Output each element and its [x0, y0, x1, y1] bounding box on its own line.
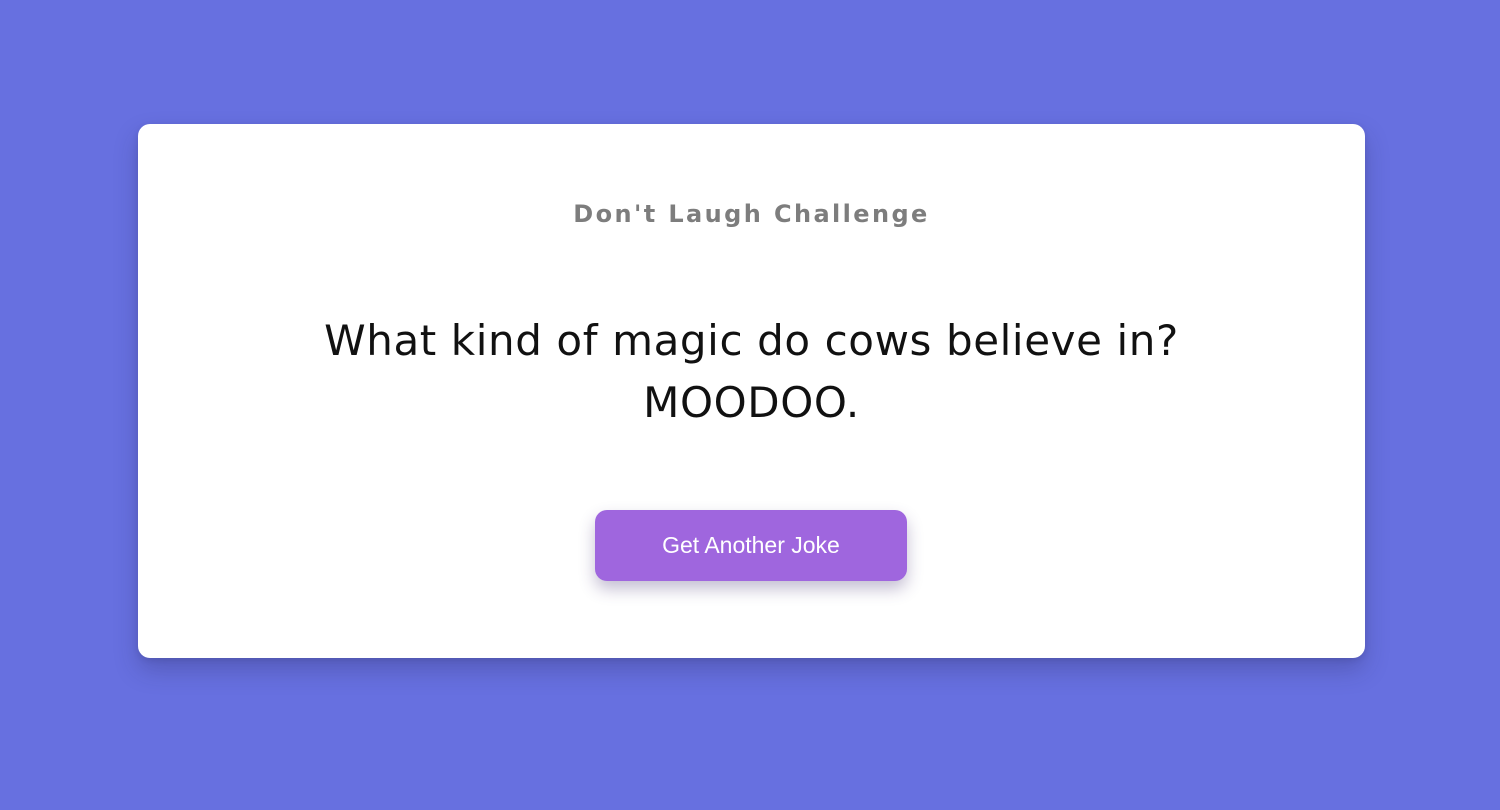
- get-another-joke-button[interactable]: Get Another Joke: [595, 510, 907, 581]
- joke-punchline: MOODOO.: [643, 378, 860, 427]
- joke-card: Don't Laugh Challenge What kind of magic…: [138, 124, 1365, 658]
- joke-setup: What kind of magic do cows believe in?: [324, 316, 1179, 365]
- page-title: Don't Laugh Challenge: [573, 200, 930, 228]
- joke-text: What kind of magic do cows believe in? M…: [238, 310, 1265, 434]
